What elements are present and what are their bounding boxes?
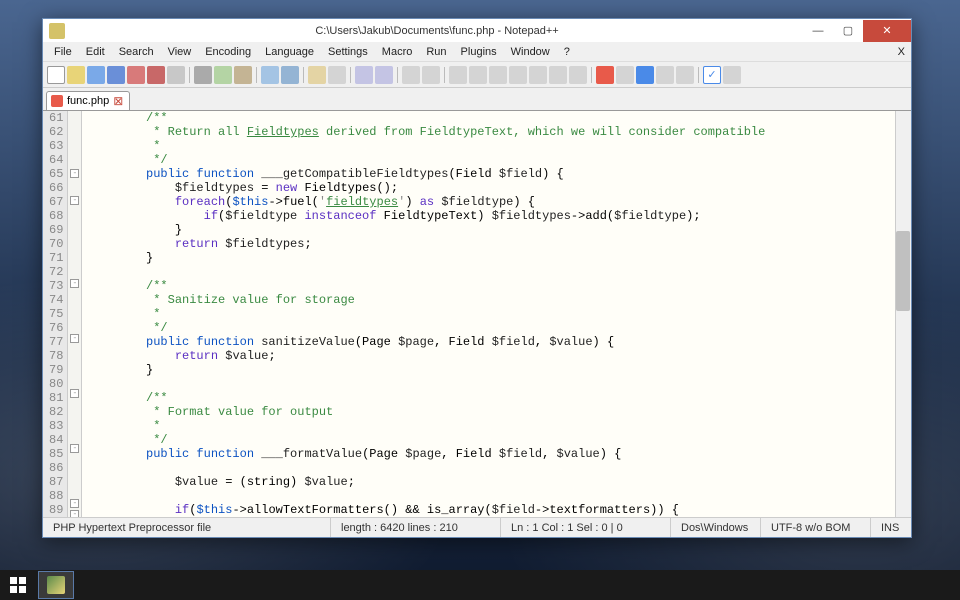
playback-icon[interactable]	[636, 66, 654, 84]
window-title: C:\Users\Jakub\Documents\func.php - Note…	[71, 25, 803, 37]
fold-toggle-icon[interactable]: -	[70, 334, 79, 343]
notepadpp-taskbar-icon	[47, 576, 65, 594]
windows-taskbar[interactable]	[0, 570, 960, 600]
menu-settings[interactable]: Settings	[321, 44, 375, 60]
toolbar-separator	[591, 67, 592, 83]
menu-search[interactable]: Search	[112, 44, 161, 60]
fold-column[interactable]: - - - - - - - -	[68, 111, 82, 517]
vertical-scrollbar[interactable]	[895, 111, 911, 517]
toolbar-separator	[698, 67, 699, 83]
editor-area[interactable]: 6162636465666768697071727374757677787980…	[43, 110, 911, 517]
notepadpp-window: C:\Users\Jakub\Documents\func.php - Note…	[42, 18, 912, 538]
save-macro-icon[interactable]	[676, 66, 694, 84]
menu-edit[interactable]: Edit	[79, 44, 112, 60]
status-encoding: UTF-8 w/o BOM	[761, 518, 871, 537]
print-icon[interactable]	[167, 66, 185, 84]
maximize-button[interactable]: ▢	[833, 20, 863, 42]
menu-help[interactable]: ?	[557, 44, 577, 60]
toolbar-separator	[397, 67, 398, 83]
start-record-icon[interactable]	[596, 66, 614, 84]
titlebar[interactable]: C:\Users\Jakub\Documents\func.php - Note…	[43, 19, 911, 42]
menu-macro[interactable]: Macro	[375, 44, 420, 60]
app-icon	[49, 23, 65, 39]
menubar-close-icon[interactable]: X	[898, 46, 905, 58]
stop-record-icon[interactable]	[616, 66, 634, 84]
menu-language[interactable]: Language	[258, 44, 321, 60]
udl-icon[interactable]	[509, 66, 527, 84]
window-controls: — ▢ ✕	[803, 20, 911, 42]
zoom-out-icon[interactable]	[375, 66, 393, 84]
fold-toggle-icon[interactable]: -	[70, 389, 79, 398]
menu-encoding[interactable]: Encoding	[198, 44, 258, 60]
fold-toggle-icon[interactable]: -	[70, 196, 79, 205]
copy-icon[interactable]	[214, 66, 232, 84]
menu-plugins[interactable]: Plugins	[454, 44, 504, 60]
fold-toggle-icon[interactable]: -	[70, 444, 79, 453]
indent-guide-icon[interactable]	[489, 66, 507, 84]
undo-icon[interactable]	[261, 66, 279, 84]
fold-toggle-icon[interactable]: -	[70, 169, 79, 178]
paste-icon[interactable]	[234, 66, 252, 84]
tab-label: func.php	[67, 95, 109, 107]
zoom-in-icon[interactable]	[355, 66, 373, 84]
func-list-icon[interactable]	[549, 66, 567, 84]
status-eol: Dos\Windows	[671, 518, 761, 537]
save-all-icon[interactable]	[107, 66, 125, 84]
status-filetype: PHP Hypertext Preprocessor file	[43, 518, 331, 537]
sync-hscroll-icon[interactable]	[422, 66, 440, 84]
close-file-icon[interactable]	[127, 66, 145, 84]
windows-logo-icon	[10, 577, 26, 593]
toolbar-separator	[444, 67, 445, 83]
scroll-thumb[interactable]	[896, 231, 910, 311]
toolbar-separator	[350, 67, 351, 83]
toolbar-separator	[256, 67, 257, 83]
wordwrap-icon[interactable]	[449, 66, 467, 84]
status-insert-mode: INS	[871, 518, 911, 537]
new-file-icon[interactable]	[47, 66, 65, 84]
menu-run[interactable]: Run	[419, 44, 453, 60]
statusbar: PHP Hypertext Preprocessor file length :…	[43, 517, 911, 537]
minimize-button[interactable]: —	[803, 20, 833, 42]
menubar: File Edit Search View Encoding Language …	[43, 42, 911, 62]
cut-icon[interactable]	[194, 66, 212, 84]
fold-toggle-icon[interactable]: -	[70, 499, 79, 508]
status-position: Ln : 1 Col : 1 Sel : 0 | 0	[501, 518, 671, 537]
toolbar-separator	[189, 67, 190, 83]
fold-toggle-icon[interactable]: -	[70, 279, 79, 288]
file-modified-icon	[51, 95, 63, 107]
save-icon[interactable]	[87, 66, 105, 84]
show-all-chars-icon[interactable]	[469, 66, 487, 84]
tab-bar: func.php ⊠	[43, 88, 911, 110]
menu-file[interactable]: File	[47, 44, 79, 60]
redo-icon[interactable]	[281, 66, 299, 84]
sync-vscroll-icon[interactable]	[402, 66, 420, 84]
line-number-gutter: 6162636465666768697071727374757677787980…	[43, 111, 68, 517]
about-icon[interactable]	[723, 66, 741, 84]
close-all-icon[interactable]	[147, 66, 165, 84]
close-button[interactable]: ✕	[863, 20, 911, 42]
taskbar-item-notepadpp[interactable]	[38, 571, 74, 599]
doc-map-icon[interactable]	[529, 66, 547, 84]
status-length: length : 6420 lines : 210	[331, 518, 501, 537]
run-multiple-icon[interactable]	[656, 66, 674, 84]
folder-workspace-icon[interactable]	[569, 66, 587, 84]
tab-funcphp[interactable]: func.php ⊠	[46, 91, 130, 110]
spellcheck-icon[interactable]: ✓	[703, 66, 721, 84]
menu-view[interactable]: View	[161, 44, 199, 60]
replace-icon[interactable]	[328, 66, 346, 84]
toolbar-separator	[303, 67, 304, 83]
start-button[interactable]	[0, 570, 36, 600]
fold-toggle-icon[interactable]: -	[70, 510, 79, 517]
tab-close-icon[interactable]: ⊠	[113, 94, 123, 108]
toolbar: ✓	[43, 62, 911, 88]
code-content[interactable]: /** * Return all Fieldtypes derived from…	[82, 111, 911, 517]
open-file-icon[interactable]	[67, 66, 85, 84]
menu-window[interactable]: Window	[504, 44, 557, 60]
find-icon[interactable]	[308, 66, 326, 84]
